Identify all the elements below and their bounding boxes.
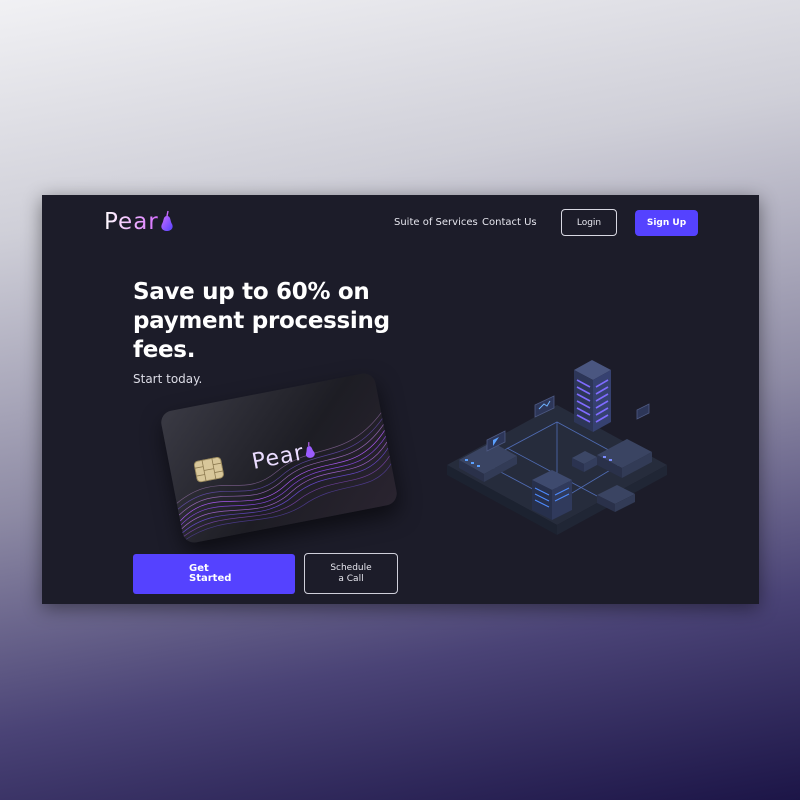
- isometric-server-illustration: [447, 360, 667, 535]
- signup-button[interactable]: Sign Up: [635, 210, 698, 236]
- nav-contact-us[interactable]: Contact Us: [482, 217, 537, 228]
- get-started-button[interactable]: Get Started: [133, 554, 295, 594]
- pear-icon: [161, 210, 173, 231]
- schedule-call-label: Schedule a Call: [330, 563, 371, 585]
- nav-suite-of-services[interactable]: Suite of Services: [394, 217, 478, 228]
- get-started-label: Get Started: [189, 564, 231, 584]
- schedule-call-line-1: Schedule: [330, 562, 372, 573]
- brand-logo[interactable]: Pear: [104, 207, 174, 237]
- schedule-call-line-2: a Call: [338, 573, 364, 584]
- brand-logo-text: Pear: [104, 209, 159, 235]
- hero-subtext: Start today.: [133, 372, 203, 386]
- payment-card-image: Pear: [159, 371, 399, 545]
- hero-headline: Save up to 60% on payment processing fee…: [133, 279, 390, 363]
- login-button[interactable]: Login: [561, 209, 617, 236]
- landing-page: Pear Suite of Services Contact Us Login …: [42, 195, 759, 604]
- get-started-line-2: Started: [189, 573, 232, 584]
- schedule-call-button[interactable]: Schedule a Call: [304, 553, 398, 594]
